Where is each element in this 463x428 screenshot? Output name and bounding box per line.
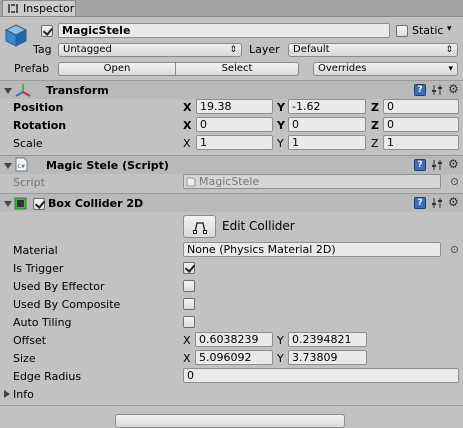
scale-z-input[interactable]: 1 [383,135,459,150]
add-component-button[interactable] [115,414,345,428]
edit-collider-button[interactable] [183,215,216,238]
info-label[interactable]: Info [13,388,34,401]
box-collider-icon [14,197,27,210]
scale-x-axis-label[interactable]: X [183,137,191,150]
component-separator [0,405,463,406]
info-foldout-icon[interactable] [4,390,10,398]
script-component-title: Magic Stele (Script) [46,159,169,172]
prefab-label: Prefab [14,62,50,75]
tag-dropdown[interactable]: Untagged ⇕ [58,43,242,57]
prefab-select-button[interactable]: Select [176,62,299,76]
tag-dropdown-value: Untagged [63,44,112,55]
size-x-input[interactable]: 5.096092 [195,350,273,365]
offset-y-axis-label[interactable]: Y [277,334,284,347]
rotation-y-input[interactable]: 0 [288,117,366,132]
prefab-open-button[interactable]: Open [58,62,176,76]
svg-text:C#: C# [18,164,26,170]
position-y-axis-label[interactable]: Y [277,101,285,114]
size-label: Size [13,352,36,365]
rotation-z-axis-label[interactable]: Z [371,119,379,132]
is-trigger-checkbox[interactable] [183,262,195,274]
used-by-effector-checkbox[interactable] [183,280,195,292]
inspector-icon [8,4,18,13]
transform-axes-icon [15,84,31,97]
chevron-updown-icon: ⇕ [229,45,237,55]
edge-radius-label: Edge Radius [13,370,82,383]
transform-title: Transform [46,84,109,97]
script-small-icon [186,177,196,187]
layer-dropdown[interactable]: Default ⇕ [288,43,458,57]
active-checkbox[interactable] [41,25,53,37]
overrides-dropdown-label: Overrides [318,63,367,74]
rotation-y-axis-label[interactable]: Y [277,119,285,132]
size-y-axis-label[interactable]: Y [277,352,284,365]
preset-sliders-icon[interactable] [431,159,443,171]
scale-x-input[interactable]: 1 [196,135,273,150]
used-by-composite-checkbox[interactable] [183,298,195,310]
position-z-input[interactable]: 0 [383,99,459,114]
offset-label: Offset [13,334,47,347]
preset-sliders-icon[interactable] [431,197,443,209]
rotation-x-axis-label[interactable]: X [183,119,191,132]
offset-x-axis-label[interactable]: X [183,334,191,347]
offset-y-input[interactable]: 0.2394821 [288,332,367,347]
offset-x-input[interactable]: 0.6038239 [195,332,273,347]
position-x-axis-label[interactable]: X [183,101,191,114]
chevron-updown-icon: ⇕ [445,45,453,55]
transform-foldout-icon[interactable] [4,88,12,94]
script-object-field[interactable]: MagicStele [183,174,441,189]
edit-collider-label: Edit Collider [222,219,295,233]
overrides-dropdown[interactable]: Overrides ▾ [313,62,458,76]
help-icon[interactable]: ? [414,159,426,171]
box-collider-title: Box Collider 2D [48,197,144,210]
auto-tiling-checkbox[interactable] [183,316,195,328]
is-trigger-label: Is Trigger [13,262,64,275]
tab-inspector-label: Inspector [23,2,75,15]
position-y-input[interactable]: -1.62 [288,99,366,114]
rotation-label: Rotation [13,119,67,132]
preset-sliders-icon[interactable] [431,84,443,96]
position-label: Position [13,101,64,114]
collider-foldout-icon[interactable] [4,201,12,207]
layer-label: Layer [249,43,280,56]
static-label: Static [412,24,444,37]
position-x-input[interactable]: 19.38 [196,99,273,114]
edit-collider-icon [192,222,207,234]
scale-y-axis-label[interactable]: Y [277,137,284,150]
script-file-icon: C# [15,157,28,172]
edge-radius-input[interactable]: 0 [183,368,459,383]
scale-y-input[interactable]: 1 [288,135,366,150]
gear-icon[interactable]: ⚙ [448,158,460,170]
rotation-z-input[interactable]: 0 [383,117,459,132]
help-icon[interactable]: ? [414,197,426,209]
tag-label: Tag [33,43,52,56]
used-by-effector-label: Used By Effector [13,280,105,293]
layer-dropdown-value: Default [293,44,330,55]
script-foldout-icon[interactable] [4,163,12,169]
gear-icon[interactable]: ⚙ [448,196,460,208]
scale-z-axis-label[interactable]: Z [371,137,379,150]
tab-inspector[interactable]: Inspector [2,0,76,16]
scale-label: Scale [13,137,43,150]
material-object-field[interactable]: None (Physics Material 2D) [183,242,441,257]
gear-icon[interactable]: ⚙ [448,83,460,95]
script-object-value: MagicStele [199,175,260,188]
static-dropdown-arrow-icon[interactable]: ▾ [447,23,452,36]
chevron-down-icon: ▾ [448,64,453,74]
material-label: Material [13,244,58,257]
used-by-composite-label: Used By Composite [13,298,121,311]
position-z-axis-label[interactable]: Z [371,101,379,114]
auto-tiling-label: Auto Tiling [13,316,72,329]
size-y-input[interactable]: 3.73809 [288,350,367,365]
object-name-input[interactable]: MagicStele [58,23,390,38]
static-checkbox[interactable] [396,25,408,37]
object-picker-icon[interactable] [451,246,458,253]
rotation-x-input[interactable]: 0 [196,117,273,132]
size-x-axis-label[interactable]: X [183,352,191,365]
gameobject-cube-icon [4,24,28,47]
script-label: Script [13,176,45,189]
help-icon[interactable]: ? [414,84,426,96]
collider-enabled-checkbox[interactable] [33,198,45,210]
object-picker-icon[interactable] [451,178,458,185]
